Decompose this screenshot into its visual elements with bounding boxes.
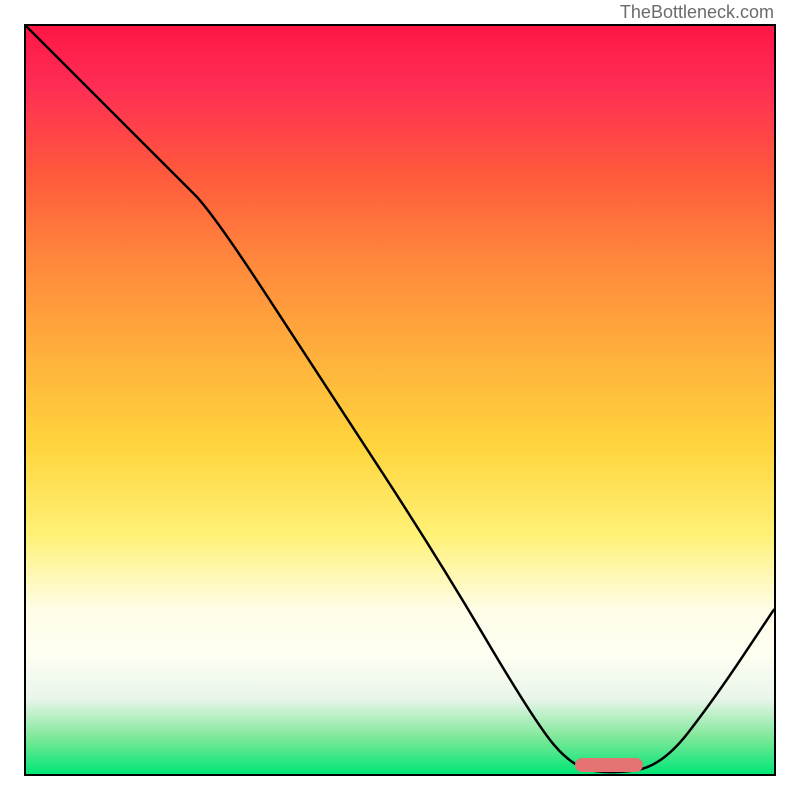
watermark-text: TheBottleneck.com (620, 2, 774, 23)
chart-plot-area (24, 24, 776, 776)
optimal-range-marker (575, 758, 643, 772)
gradient-background (26, 26, 774, 774)
